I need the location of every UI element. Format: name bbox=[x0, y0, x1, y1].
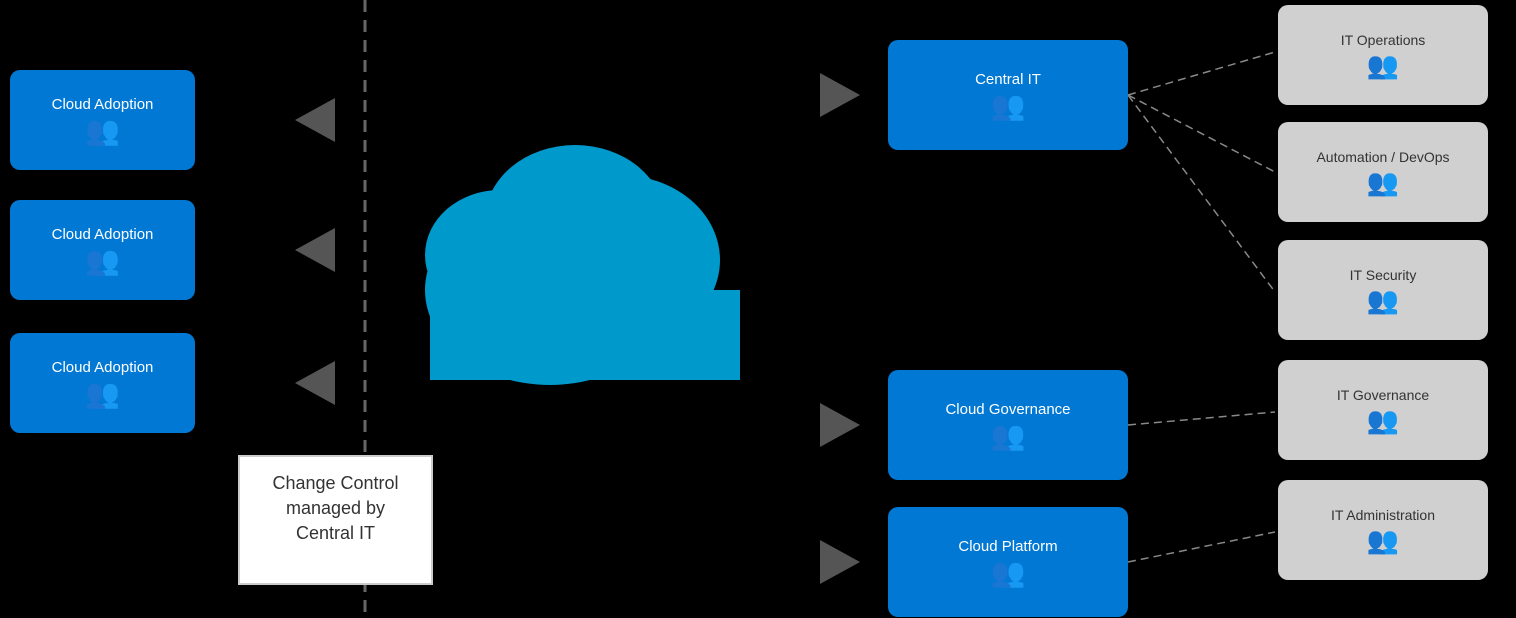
people-icon-central-it: 👥 bbox=[991, 92, 1026, 120]
people-icon-1: 👥 bbox=[85, 117, 120, 145]
it-security-label: IT Security bbox=[1350, 267, 1417, 283]
people-icon-security: 👥 bbox=[1367, 287, 1399, 313]
people-icon-2: 👥 bbox=[85, 247, 120, 275]
automation-devops-box: Automation / DevOps 👥 bbox=[1278, 122, 1488, 222]
people-icon-it-ops: 👥 bbox=[1367, 52, 1399, 78]
people-icon-it-gov: 👥 bbox=[1367, 407, 1399, 433]
people-icon-devops: 👥 bbox=[1367, 169, 1399, 195]
cloud-adoption-box-1: Cloud Adoption 👥 bbox=[10, 70, 195, 170]
cloud-platform-box: Cloud Platform 👥 bbox=[888, 507, 1128, 617]
it-operations-label: IT Operations bbox=[1341, 32, 1426, 48]
automation-devops-label: Automation / DevOps bbox=[1316, 149, 1449, 165]
cloud-platform-label: Cloud Platform bbox=[958, 538, 1057, 555]
cloud-governance-label: Cloud Governance bbox=[945, 401, 1070, 418]
people-icon-3: 👥 bbox=[85, 380, 120, 408]
cloud-adoption-label-2: Cloud Adoption bbox=[52, 226, 154, 243]
it-administration-label: IT Administration bbox=[1331, 507, 1435, 523]
diagram: Cloud Adoption 👥 Cloud Adoption 👥 Cloud … bbox=[0, 0, 1516, 618]
cloud-adoption-box-2: Cloud Adoption 👥 bbox=[10, 200, 195, 300]
change-control-text: Change Controlmanaged byCentral IT bbox=[272, 473, 398, 543]
it-administration-box: IT Administration 👥 bbox=[1278, 480, 1488, 580]
cloud-adoption-box-3: Cloud Adoption 👥 bbox=[10, 333, 195, 433]
people-icon-platform: 👥 bbox=[991, 559, 1026, 587]
it-governance-label: IT Governance bbox=[1337, 387, 1429, 403]
it-security-box: IT Security 👥 bbox=[1278, 240, 1488, 340]
cloud-adoption-label-3: Cloud Adoption bbox=[52, 359, 154, 376]
cloud-governance-box: Cloud Governance 👥 bbox=[888, 370, 1128, 480]
it-governance-box: IT Governance 👥 bbox=[1278, 360, 1488, 460]
it-operations-box: IT Operations 👥 bbox=[1278, 5, 1488, 105]
people-icon-governance: 👥 bbox=[991, 422, 1026, 450]
central-it-box: Central IT 👥 bbox=[888, 40, 1128, 150]
people-icon-it-admin: 👥 bbox=[1367, 527, 1399, 553]
cloud-adoption-label-1: Cloud Adoption bbox=[52, 96, 154, 113]
central-it-label: Central IT bbox=[975, 71, 1041, 88]
change-control-box: Change Controlmanaged byCentral IT bbox=[238, 455, 433, 585]
